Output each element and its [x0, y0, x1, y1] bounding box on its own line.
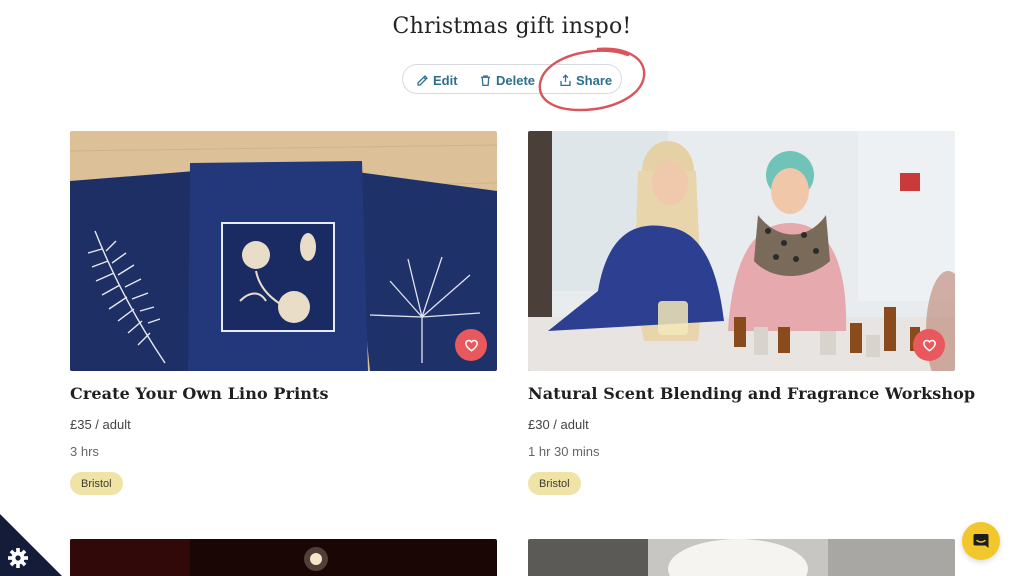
lino-prints-image: [70, 131, 497, 371]
delete-button[interactable]: Delete: [479, 65, 535, 95]
card-image-partial: [70, 539, 497, 576]
gear-icon: [8, 548, 28, 568]
trash-icon: [481, 74, 490, 86]
edit-label: Edit: [433, 72, 458, 88]
location-tag: Bristol: [528, 472, 581, 495]
edit-button[interactable]: Edit: [416, 65, 458, 95]
cookie-settings-button[interactable]: [0, 514, 62, 576]
card-title[interactable]: Natural Scent Blending and Fragrance Wor…: [528, 384, 975, 403]
card-duration: 3 hrs: [70, 444, 99, 459]
experience-card[interactable]: Natural Scent Blending and Fragrance Wor…: [528, 131, 975, 511]
experience-card-partial[interactable]: [528, 539, 955, 576]
chat-icon: [973, 534, 989, 548]
experience-card-partial[interactable]: [70, 539, 497, 576]
favourite-button[interactable]: [455, 329, 487, 361]
card-image-scent-workshop[interactable]: [528, 131, 955, 371]
card-price: £35 / adult: [70, 417, 131, 432]
experience-card[interactable]: Create Your Own Lino Prints £35 / adult …: [70, 131, 497, 511]
heart-icon: [464, 339, 478, 352]
share-label: Share: [576, 72, 613, 88]
heart-icon: [922, 339, 936, 352]
share-upload-icon: [560, 73, 571, 86]
card-image-partial: [528, 539, 955, 576]
delete-label: Delete: [496, 72, 536, 88]
card-price: £30 / adult: [528, 417, 589, 432]
card-duration: 1 hr 30 mins: [528, 444, 600, 459]
card-image-lino-prints[interactable]: [70, 131, 497, 371]
favourite-button[interactable]: [913, 329, 945, 361]
card-title[interactable]: Create Your Own Lino Prints: [70, 384, 329, 403]
chat-launcher-button[interactable]: [962, 522, 1000, 560]
pencil-icon: [417, 74, 428, 86]
share-button[interactable]: Share: [559, 65, 612, 95]
location-tag: Bristol: [70, 472, 123, 495]
list-actions-bar: Edit Delete Share: [402, 64, 622, 94]
scent-workshop-image: [528, 131, 955, 371]
page-title: Christmas gift inspo!: [392, 14, 632, 39]
